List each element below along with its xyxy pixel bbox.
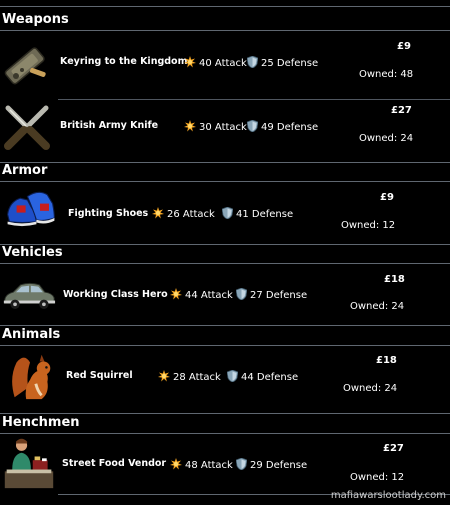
item-name: Working Class Hero [63, 289, 168, 300]
attack-burst-icon [158, 370, 170, 385]
item-attack: 28 Attack [158, 370, 221, 385]
section-divider [0, 162, 450, 163]
watermark: mafiawarslootlady.com [330, 490, 446, 501]
item-attack: 44 Attack [170, 288, 233, 303]
item-defense: 29 Defense [235, 457, 307, 473]
defense-shield-icon [235, 457, 248, 473]
section-divider [0, 413, 450, 414]
item-owned: Owned: 24 [350, 301, 405, 312]
section-divider [0, 325, 450, 326]
item-attack: 40 Attack [184, 56, 247, 71]
attack-burst-icon [184, 56, 196, 71]
item-name: Street Food Vendor [62, 458, 167, 469]
item-defense: 27 Defense [235, 287, 307, 303]
item-attack: 26 Attack [152, 207, 215, 222]
attack-burst-icon [184, 120, 196, 135]
item-row-fighting-shoes[interactable]: Fighting Shoes 26 Attack 41 Defense £9 O… [0, 178, 450, 248]
item-row-british-army-knife[interactable]: British Army Knife 30 Attack 49 Defense … [0, 94, 450, 164]
section-title-vehicles: Vehicles [2, 245, 63, 260]
item-price: £27 [383, 443, 404, 454]
item-name: British Army Knife [60, 120, 159, 131]
item-attack: 30 Attack [184, 120, 247, 135]
item-row-keyring[interactable]: Keyring to the Kingdom 40 Attack 25 Defe… [0, 30, 450, 100]
item-defense: 49 Defense [246, 119, 318, 135]
item-name: Red Squirrel [66, 370, 133, 381]
squirrel-image [4, 349, 54, 405]
car-image [2, 268, 60, 318]
item-price: £9 [397, 41, 411, 52]
item-defense: 41 Defense [221, 206, 293, 222]
defense-shield-icon [235, 287, 248, 303]
attack-burst-icon [170, 458, 182, 473]
item-row-red-squirrel[interactable]: Red Squirrel 28 Attack 44 Defense £18 Ow… [0, 345, 450, 415]
item-price: £18 [384, 274, 405, 285]
attack-burst-icon [170, 288, 182, 303]
item-owned: Owned: 12 [350, 472, 405, 483]
section-title-armor: Armor [2, 163, 48, 178]
defense-shield-icon [226, 369, 239, 385]
section-title-animals: Animals [2, 327, 61, 342]
item-owned: Owned: 24 [343, 383, 398, 394]
defense-shield-icon [246, 119, 259, 135]
item-defense: 44 Defense [226, 369, 298, 385]
section-title-weapons: Weapons [2, 12, 69, 27]
vendor-image [2, 436, 54, 494]
attack-burst-icon [152, 207, 164, 222]
top-divider [0, 6, 450, 7]
defense-shield-icon [221, 206, 234, 222]
section-divider [0, 244, 450, 245]
item-price: £18 [376, 355, 397, 366]
item-owned: Owned: 24 [359, 133, 414, 144]
item-owned: Owned: 12 [341, 220, 396, 231]
defense-shield-icon [246, 55, 259, 71]
item-price: £27 [391, 105, 412, 116]
item-row-working-class-hero[interactable]: Working Class Hero 44 Attack 27 Defense … [0, 260, 450, 330]
item-name: Keyring to the Kingdom [60, 56, 188, 67]
section-title-henchmen: Henchmen [2, 415, 80, 430]
item-price: £9 [380, 192, 394, 203]
knife-image [0, 100, 54, 154]
item-name: Fighting Shoes [68, 208, 149, 219]
item-owned: Owned: 48 [359, 69, 414, 80]
shoes-image [4, 182, 64, 242]
keyring-image [0, 36, 54, 90]
item-attack: 48 Attack [170, 458, 233, 473]
item-defense: 25 Defense [246, 55, 318, 71]
